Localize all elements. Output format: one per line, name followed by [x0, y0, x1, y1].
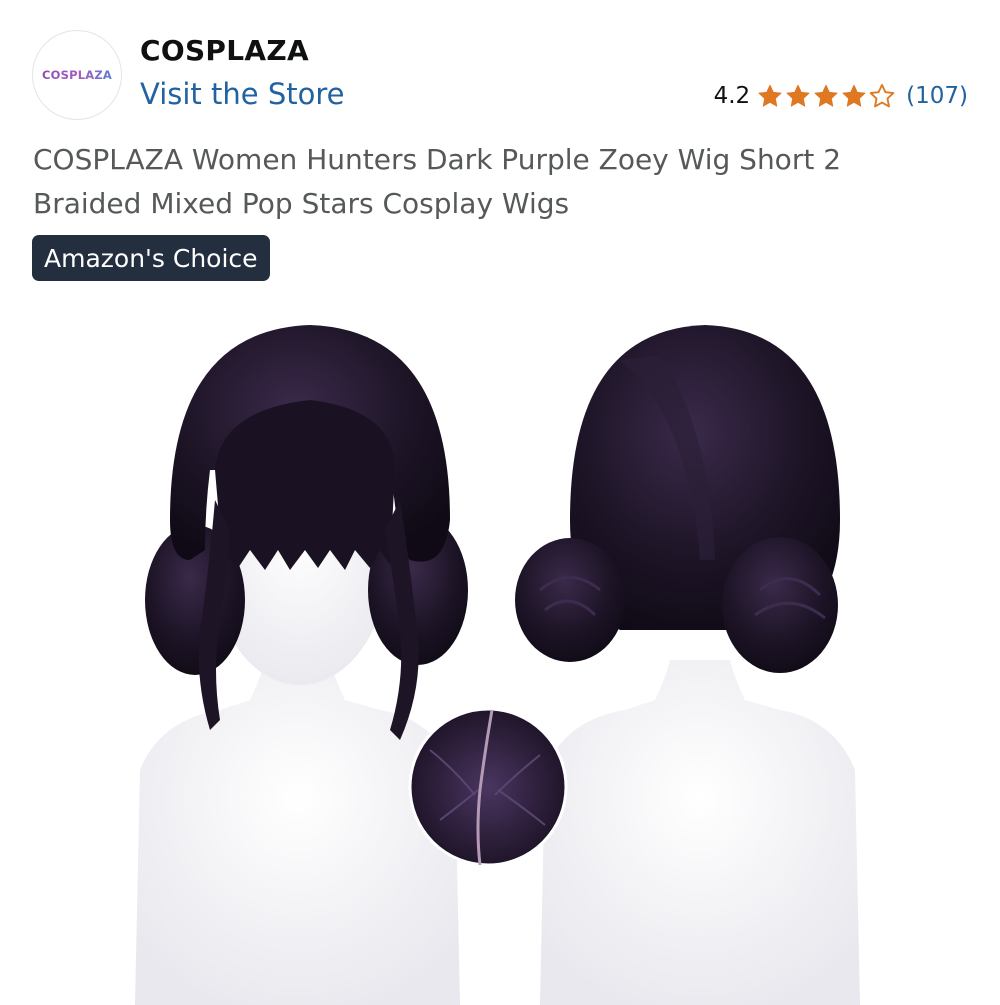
star-filled-icon — [758, 84, 782, 107]
product-image[interactable] — [100, 300, 900, 1005]
review-count-link[interactable]: (107) — [906, 83, 968, 109]
amazons-choice-badge: Amazon's Choice — [32, 235, 270, 281]
store-name: COSPLAZA — [140, 34, 309, 67]
star-filled-icon — [786, 84, 810, 107]
rating-value: 4.2 — [713, 83, 751, 109]
store-logo[interactable]: COSPLAZA — [32, 30, 122, 120]
rating-summary[interactable]: 4.2 (107) — [714, 82, 968, 110]
star-rating[interactable] — [756, 82, 896, 110]
visit-store-link[interactable]: Visit the Store — [140, 77, 344, 111]
star-filled-icon — [842, 84, 866, 107]
star-filled-icon — [814, 84, 838, 107]
product-title: COSPLAZA Women Hunters Dark Purple Zoey … — [33, 143, 842, 220]
star-outline-icon — [869, 83, 895, 108]
store-logo-text: COSPLAZA — [42, 68, 112, 82]
product-header-page: COSPLAZA COSPLAZA Visit the Store 4.2 (1… — [0, 0, 1000, 1005]
hair-part-closeup — [408, 707, 568, 867]
wig-back-view — [515, 325, 860, 1005]
wig-front-view — [135, 325, 468, 1005]
